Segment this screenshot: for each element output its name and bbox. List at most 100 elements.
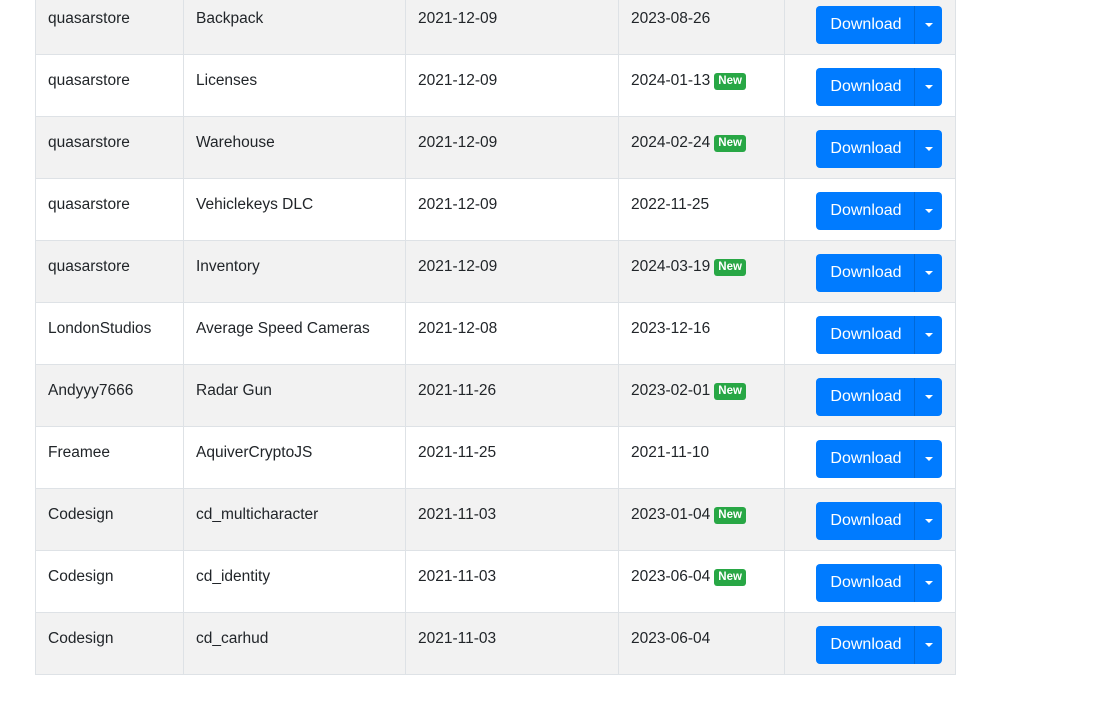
author-cell: Freamee [35,426,184,489]
author-cell: quasarstore [35,0,184,55]
download-button[interactable]: Download [816,68,914,106]
updated-date-cell: 2021-11-10 [618,426,785,489]
download-button[interactable]: Download [816,564,914,602]
author-text: quasarstore [48,258,130,275]
download-button[interactable]: Download [816,316,914,354]
download-button[interactable]: Download [816,254,914,292]
download-button-group: Download [816,502,942,540]
download-button-group: Download [816,130,942,168]
author-text: quasarstore [48,196,130,213]
resource-name-cell: cd_carhud [183,612,406,675]
table-row: quasarstore Backpack 2021-12-09 2023-08-… [35,0,956,55]
download-options-toggle[interactable] [914,440,942,478]
updated-date-text: 2023-12-16 [631,320,711,337]
table-row: Andyyy7666 Radar Gun 2021-11-26 2023-02-… [35,364,956,427]
resource-name-cell: Warehouse [183,116,406,179]
author-text: LondonStudios [48,320,152,337]
resource-name-cell: AquiverCryptoJS [183,426,406,489]
updated-date-text: 2024-02-24 [631,134,711,151]
download-button-group: Download [816,6,942,44]
created-date-cell: 2021-12-09 [405,0,619,55]
author-text: Codesign [48,630,114,647]
download-button[interactable]: Download [816,192,914,230]
download-options-toggle[interactable] [914,502,942,540]
action-cell: Download [784,550,956,613]
created-date-cell: 2021-12-09 [405,116,619,179]
created-date-cell: 2021-12-09 [405,54,619,117]
created-date-text: 2021-11-25 [418,444,497,461]
downloads-table: quasarstore Backpack 2021-12-09 2023-08-… [35,0,956,675]
updated-date-text: 2024-03-19 [631,258,711,275]
download-options-toggle[interactable] [914,316,942,354]
created-date-cell: 2021-12-08 [405,302,619,365]
resource-name-text: Warehouse [196,134,275,151]
updated-date-text: 2023-02-01 [631,382,711,399]
updated-date-cell: 2023-06-04 [618,612,785,675]
download-button[interactable]: Download [816,502,914,540]
author-cell: LondonStudios [35,302,184,365]
created-date-cell: 2021-11-03 [405,488,619,551]
download-options-toggle[interactable] [914,254,942,292]
author-cell: Codesign [35,612,184,675]
created-date-text: 2021-11-03 [418,630,497,647]
author-text: Andyyy7666 [48,382,134,399]
download-options-toggle[interactable] [914,192,942,230]
download-button-group: Download [816,564,942,602]
download-options-toggle[interactable] [914,6,942,44]
download-options-toggle[interactable] [914,564,942,602]
resource-name-text: Vehiclekeys DLC [196,196,314,213]
created-date-text: 2021-11-26 [418,382,497,399]
updated-date-text: 2023-01-04 [631,506,711,523]
resource-name-text: AquiverCryptoJS [196,444,313,461]
caret-down-icon [924,85,933,89]
download-options-toggle[interactable] [914,378,942,416]
table-row: quasarstore Licenses 2021-12-09 2024-01-… [35,54,956,117]
resource-name-text: cd_identity [196,568,271,585]
updated-date-cell: 2023-01-04 New [618,488,785,551]
download-button[interactable]: Download [816,130,914,168]
resource-name-cell: cd_identity [183,550,406,613]
action-cell: Download [784,488,956,551]
updated-date-cell: 2023-06-04 New [618,550,785,613]
download-options-toggle[interactable] [914,626,942,664]
resource-name-text: Licenses [196,72,258,89]
caret-down-icon [924,395,933,399]
updated-date-text: 2022-11-25 [631,196,710,213]
resource-name-text: cd_multicharacter [196,506,319,523]
action-cell: Download [784,0,956,55]
new-badge: New [714,383,746,400]
created-date-text: 2021-11-03 [418,568,497,585]
resource-name-cell: cd_multicharacter [183,488,406,551]
caret-down-icon [924,643,933,647]
download-options-toggle[interactable] [914,68,942,106]
action-cell: Download [784,612,956,675]
author-text: Codesign [48,506,114,523]
author-cell: quasarstore [35,178,184,241]
download-button[interactable]: Download [816,378,914,416]
download-button[interactable]: Download [816,626,914,664]
new-badge: New [714,507,746,524]
download-button[interactable]: Download [816,440,914,478]
created-date-text: 2021-11-03 [418,506,497,523]
resource-name-cell: Vehiclekeys DLC [183,178,406,241]
table-row: Codesign cd_carhud 2021-11-03 2023-06-04… [35,612,956,675]
action-cell: Download [784,116,956,179]
table-row: LondonStudios Average Speed Cameras 2021… [35,302,956,365]
resource-name-cell: Inventory [183,240,406,303]
caret-down-icon [924,209,933,213]
action-cell: Download [784,54,956,117]
download-button[interactable]: Download [816,6,914,44]
created-date-text: 2021-12-08 [418,320,498,337]
caret-down-icon [924,23,933,27]
download-options-toggle[interactable] [914,130,942,168]
updated-date-cell: 2024-01-13 New [618,54,785,117]
author-cell: Andyyy7666 [35,364,184,427]
download-button-group: Download [816,68,942,106]
created-date-cell: 2021-11-26 [405,364,619,427]
caret-down-icon [924,457,933,461]
new-badge: New [714,569,746,586]
author-cell: quasarstore [35,54,184,117]
action-cell: Download [784,240,956,303]
download-button-group: Download [816,440,942,478]
resource-name-cell: Radar Gun [183,364,406,427]
